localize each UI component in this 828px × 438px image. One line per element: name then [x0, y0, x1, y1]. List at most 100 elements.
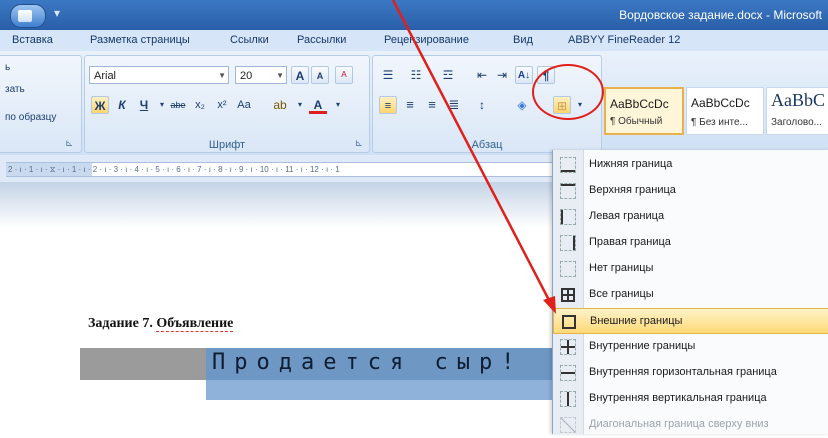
decrease-indent-icon[interactable]: ⇤	[473, 66, 491, 84]
underline-button[interactable]: Ч	[135, 96, 153, 114]
horizontal-ruler: 2 · ı · 1 · ı · ⧖ · ı · 1 · ı · 2 · ı · …	[0, 155, 552, 183]
tab-mailings[interactable]: Рассылки	[297, 34, 346, 46]
style-heading-1[interactable]: AaBbC Заголово...	[766, 87, 828, 135]
superscript-button[interactable]: x²	[213, 96, 231, 114]
border-left-icon	[560, 209, 576, 225]
border-inside-vertical-icon	[560, 391, 576, 407]
menu-item-right-border[interactable]: Правая граница	[553, 230, 828, 256]
border-outside-icon	[562, 315, 576, 329]
style-normal[interactable]: AaBbCcDc ¶ Обычный	[604, 87, 684, 135]
italic-button[interactable]: К	[113, 96, 131, 114]
highlight-icon[interactable]: ab	[271, 96, 289, 114]
style-no-spacing[interactable]: AaBbCcDc ¶ Без инте...	[686, 87, 764, 135]
subscript-button[interactable]: x₂	[191, 96, 209, 114]
menu-item-bottom-border[interactable]: Нижняя граница	[553, 152, 828, 178]
ribbon: ь зать по образцу ⊾ Arial ▼ 20 ▼ A A ᴬ Ж…	[0, 51, 828, 156]
justify-icon[interactable]: ≣	[445, 96, 463, 114]
multilevel-list-icon[interactable]: ☲	[439, 66, 457, 84]
menu-item-label: Правая граница	[589, 236, 671, 248]
strikethrough-button[interactable]: abe	[169, 96, 187, 114]
border-inside-horizontal-icon	[560, 365, 576, 381]
numbering-icon[interactable]: ☷	[407, 66, 425, 84]
font-color-dropdown-icon[interactable]: ▾	[329, 96, 347, 114]
format-painter-label[interactable]: по образцу	[5, 112, 56, 123]
font-name-value: Arial	[94, 70, 117, 82]
banner-selection-shadow	[206, 380, 552, 400]
cut-label[interactable]: ь	[5, 62, 10, 73]
bold-button[interactable]: Ж	[91, 96, 109, 114]
border-diagonal-down-icon	[560, 417, 576, 433]
task-heading[interactable]: Задание 7. Объявление	[88, 316, 234, 332]
quick-access-dropdown-icon[interactable]: ▾	[54, 6, 60, 20]
increase-indent-icon[interactable]: ⇥	[493, 66, 511, 84]
tab-review[interactable]: Рецензирование	[384, 34, 469, 46]
menu-item-outside-borders[interactable]: Внешние границы	[553, 308, 828, 334]
border-none-icon	[560, 261, 576, 277]
tab-view[interactable]: Вид	[513, 34, 533, 46]
menu-item-label: Нижняя граница	[589, 158, 673, 170]
chevron-down-icon: ▼	[276, 71, 284, 80]
menu-item-no-border[interactable]: Нет границы	[553, 256, 828, 282]
shrink-font-button[interactable]: A	[311, 66, 329, 84]
menu-item-label: Все границы	[589, 288, 654, 300]
menu-item-label: Левая граница	[589, 210, 665, 222]
bullets-icon[interactable]: ☰	[379, 66, 397, 84]
menu-item-label: Внутренняя горизонтальная граница	[589, 366, 777, 378]
tab-page-layout[interactable]: Разметка страницы	[90, 34, 190, 46]
ruler-scale[interactable]: 2 · ı · 1 · ı · ⧖ · ı · 1 · ı · 2 · ı · …	[6, 162, 552, 177]
annotation-circle	[532, 64, 604, 120]
title-bar: ▾ Вордовское задание.docx - Microsoft	[0, 0, 828, 30]
border-bottom-icon	[560, 157, 576, 173]
font-name-combo[interactable]: Arial ▼	[89, 66, 229, 84]
menu-item-all-borders[interactable]: Все границы	[553, 282, 828, 308]
borders-dropdown-menu: Нижняя граница Верхняя граница Левая гра…	[552, 150, 828, 434]
style-heading-sample: AaBbC	[771, 90, 825, 110]
style-no-spacing-sample: AaBbCcDc	[691, 96, 750, 110]
tab-insert[interactable]: Вставка	[12, 34, 53, 46]
style-normal-sample: AaBbCcDc	[610, 97, 669, 111]
tab-abbyy[interactable]: ABBYY FineReader 12	[568, 34, 680, 46]
window-title: Вордовское задание.docx - Microsoft	[619, 8, 822, 22]
clipboard-group: ь зать по образцу ⊾	[0, 55, 82, 153]
font-group-label: Шрифт	[208, 139, 246, 151]
menu-item-inside-horizontal[interactable]: Внутренняя горизонтальная граница	[553, 360, 828, 386]
styles-gallery: AaBbCcDc ¶ Обычный AaBbCcDc ¶ Без инте..…	[604, 55, 828, 151]
menu-item-inside-vertical[interactable]: Внутренняя вертикальная граница	[553, 386, 828, 412]
tab-references[interactable]: Ссылки	[230, 34, 269, 46]
style-heading-name: Заголово...	[771, 117, 822, 128]
menu-item-label: Диагональная граница сверху вниз	[589, 418, 769, 430]
clipboard-launcher-icon[interactable]: ⊾	[65, 138, 73, 149]
grow-font-button[interactable]: A	[291, 66, 309, 84]
border-right-icon	[560, 235, 576, 251]
align-right-icon[interactable]: ≡	[423, 96, 441, 114]
ruler-ticks: 2 · ı · 1 · ı · ⧖ · ı · 1 · ı · 2 · ı · …	[8, 165, 340, 174]
change-case-button[interactable]: Aa	[235, 96, 253, 114]
menu-item-inside-borders[interactable]: Внутренние границы	[553, 334, 828, 360]
font-color-button[interactable]: A	[309, 96, 327, 114]
task-heading-word: Объявление	[156, 316, 234, 332]
ribbon-tabs: Вставка Разметка страницы Ссылки Рассылк…	[0, 30, 828, 52]
highlight-dropdown-icon[interactable]: ▾	[291, 96, 309, 114]
copy-label[interactable]: зать	[5, 84, 25, 95]
line-spacing-icon[interactable]: ↕	[473, 96, 491, 114]
font-launcher-icon[interactable]: ⊾	[355, 138, 363, 149]
menu-item-left-border[interactable]: Левая граница	[553, 204, 828, 230]
sort-button[interactable]: A↓	[515, 66, 533, 84]
shading-icon[interactable]: ◈	[513, 96, 531, 114]
style-normal-name: ¶ Обычный	[610, 116, 663, 127]
office-button[interactable]	[10, 4, 46, 28]
align-center-icon[interactable]: ≡	[401, 96, 419, 114]
chevron-down-icon: ▼	[218, 71, 226, 80]
page-top-shadow	[0, 182, 552, 228]
menu-item-label: Нет границы	[589, 262, 654, 274]
clear-formatting-button[interactable]: ᴬ	[335, 66, 353, 84]
menu-item-diagonal-down[interactable]: Диагональная граница сверху вниз	[553, 412, 828, 438]
banner-text[interactable]: Продается сыр!	[212, 350, 523, 375]
grey-block	[80, 348, 206, 380]
menu-item-top-border[interactable]: Верхняя граница	[553, 178, 828, 204]
align-left-icon[interactable]: ≡	[379, 96, 397, 114]
font-size-combo[interactable]: 20 ▼	[235, 66, 287, 84]
border-all-icon	[561, 288, 575, 302]
border-top-icon	[560, 183, 576, 199]
menu-item-label: Внутренняя вертикальная граница	[589, 392, 767, 404]
